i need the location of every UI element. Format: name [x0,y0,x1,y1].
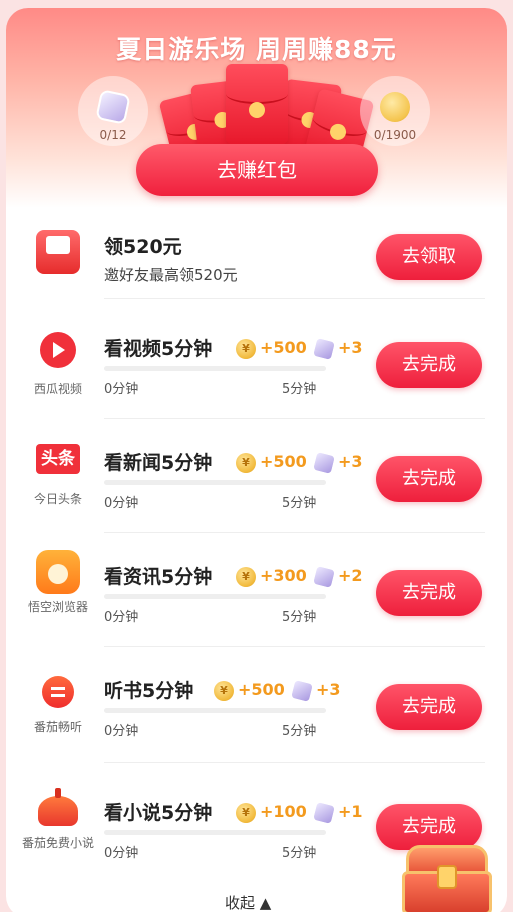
coin-icon: ¥ [214,681,234,701]
coin-reward: +100 [260,802,307,821]
app-name: 西瓜视频 [33,382,82,396]
coin-icon: ¥ [236,339,256,359]
summer-banner: 夏日游乐场 周周赚88元 0/12 0/1900 去赚红包 [6,8,507,208]
red-envelope-icon [36,230,80,274]
red-envelope-icon [226,64,288,144]
progress-end: 5分钟 [282,610,317,625]
progress-bar [104,830,326,835]
progress-bar [104,480,326,485]
dice-icon [311,336,337,362]
divider [104,418,485,419]
complete-button[interactable]: 去完成 [376,684,482,730]
fanqie-listen-icon [36,672,80,716]
task-row: 悟空浏览器 看资讯5分钟 ¥ +300 +2 0分钟 5分钟 去完成 [6,546,507,646]
coin-reward: +500 [260,452,307,471]
task-row: 头条 今日头条 看新闻5分钟 ¥ +500 +3 0分钟 5分钟 去完成 [6,432,507,532]
xigua-video-icon [36,328,80,372]
dice-count: 0/12 [99,128,127,142]
task-title: 看资讯5分钟 [104,566,213,588]
complete-button[interactable]: 去完成 [376,804,482,850]
task-row: 番茄畅听 听书5分钟 ¥ +500 +3 0分钟 5分钟 去完成 [6,660,507,760]
progress-bar [104,366,326,371]
app-name: 今日头条 [33,492,82,506]
treasure-chest-icon[interactable] [402,845,492,912]
task-title: 看新闻5分钟 [104,452,213,474]
dice-reward: +3 [338,338,363,357]
dice-reward: +3 [316,680,341,699]
coin-reward: +500 [260,338,307,357]
task-title: 看小说5分钟 [104,802,213,824]
banner-title: 夏日游乐场 周周赚88元 [116,35,397,64]
coin-count: 0/1900 [373,128,417,142]
progress-end: 5分钟 [282,724,317,739]
progress-start: 0分钟 [104,724,139,739]
divider [104,646,485,647]
fanqie-novel-icon [36,788,80,832]
progress-start: 0分钟 [104,846,139,861]
invite-title: 领520元 [104,236,182,258]
coin-reward: +500 [238,680,285,699]
progress-end: 5分钟 [282,382,317,397]
toutiao-icon: 头条 [36,444,80,474]
divider [104,762,485,763]
task-row: 西瓜视频 看视频5分钟 ¥ +500 +3 0分钟 5分钟 去完成 [6,318,507,418]
app-name: 悟空浏览器 [27,600,88,614]
dice-icon [311,450,337,476]
progress-end: 5分钟 [282,496,317,511]
progress-bar [104,708,326,713]
invite-subtitle: 邀好友最高领520元 [104,266,238,284]
progress-bar [104,594,326,599]
dice-icon [311,564,337,590]
progress-start: 0分钟 [104,610,139,625]
app-name: 番茄免费小说 [21,836,94,850]
dice-reward: +1 [338,802,363,821]
earn-red-packet-button[interactable]: 去赚红包 [136,144,378,196]
coin-icon: ¥ [236,803,256,823]
task-card: 夏日游乐场 周周赚88元 0/12 0/1900 去赚红包 领520元 邀好友最… [6,8,507,912]
divider [104,532,485,533]
dice-counter-badge[interactable]: 0/12 [78,76,148,146]
invite-row: 领520元 邀好友最高领520元 去领取 [6,218,507,298]
complete-button[interactable]: 去完成 [376,570,482,616]
dice-icon [311,800,337,826]
coin-icon: ¥ [236,567,256,587]
complete-button[interactable]: 去完成 [376,342,482,388]
claim-button[interactable]: 去领取 [376,234,482,280]
progress-end: 5分钟 [282,846,317,861]
dice-reward: +3 [338,452,363,471]
collapse-toggle[interactable]: 收起 ▲ [225,892,271,912]
dice-icon [289,678,315,704]
dice-reward: +2 [338,566,363,585]
coin-reward: +300 [260,566,307,585]
dice-icon [95,89,131,125]
complete-button[interactable]: 去完成 [376,456,482,502]
wukong-browser-icon [36,550,80,594]
app-name: 番茄畅听 [33,720,82,734]
progress-start: 0分钟 [104,382,139,397]
progress-start: 0分钟 [104,496,139,511]
task-title: 听书5分钟 [104,680,194,702]
coin-icon [380,92,410,122]
task-title: 看视频5分钟 [104,338,213,360]
coin-counter-badge[interactable]: 0/1900 [360,76,430,146]
coin-icon: ¥ [236,453,256,473]
divider [104,298,485,299]
